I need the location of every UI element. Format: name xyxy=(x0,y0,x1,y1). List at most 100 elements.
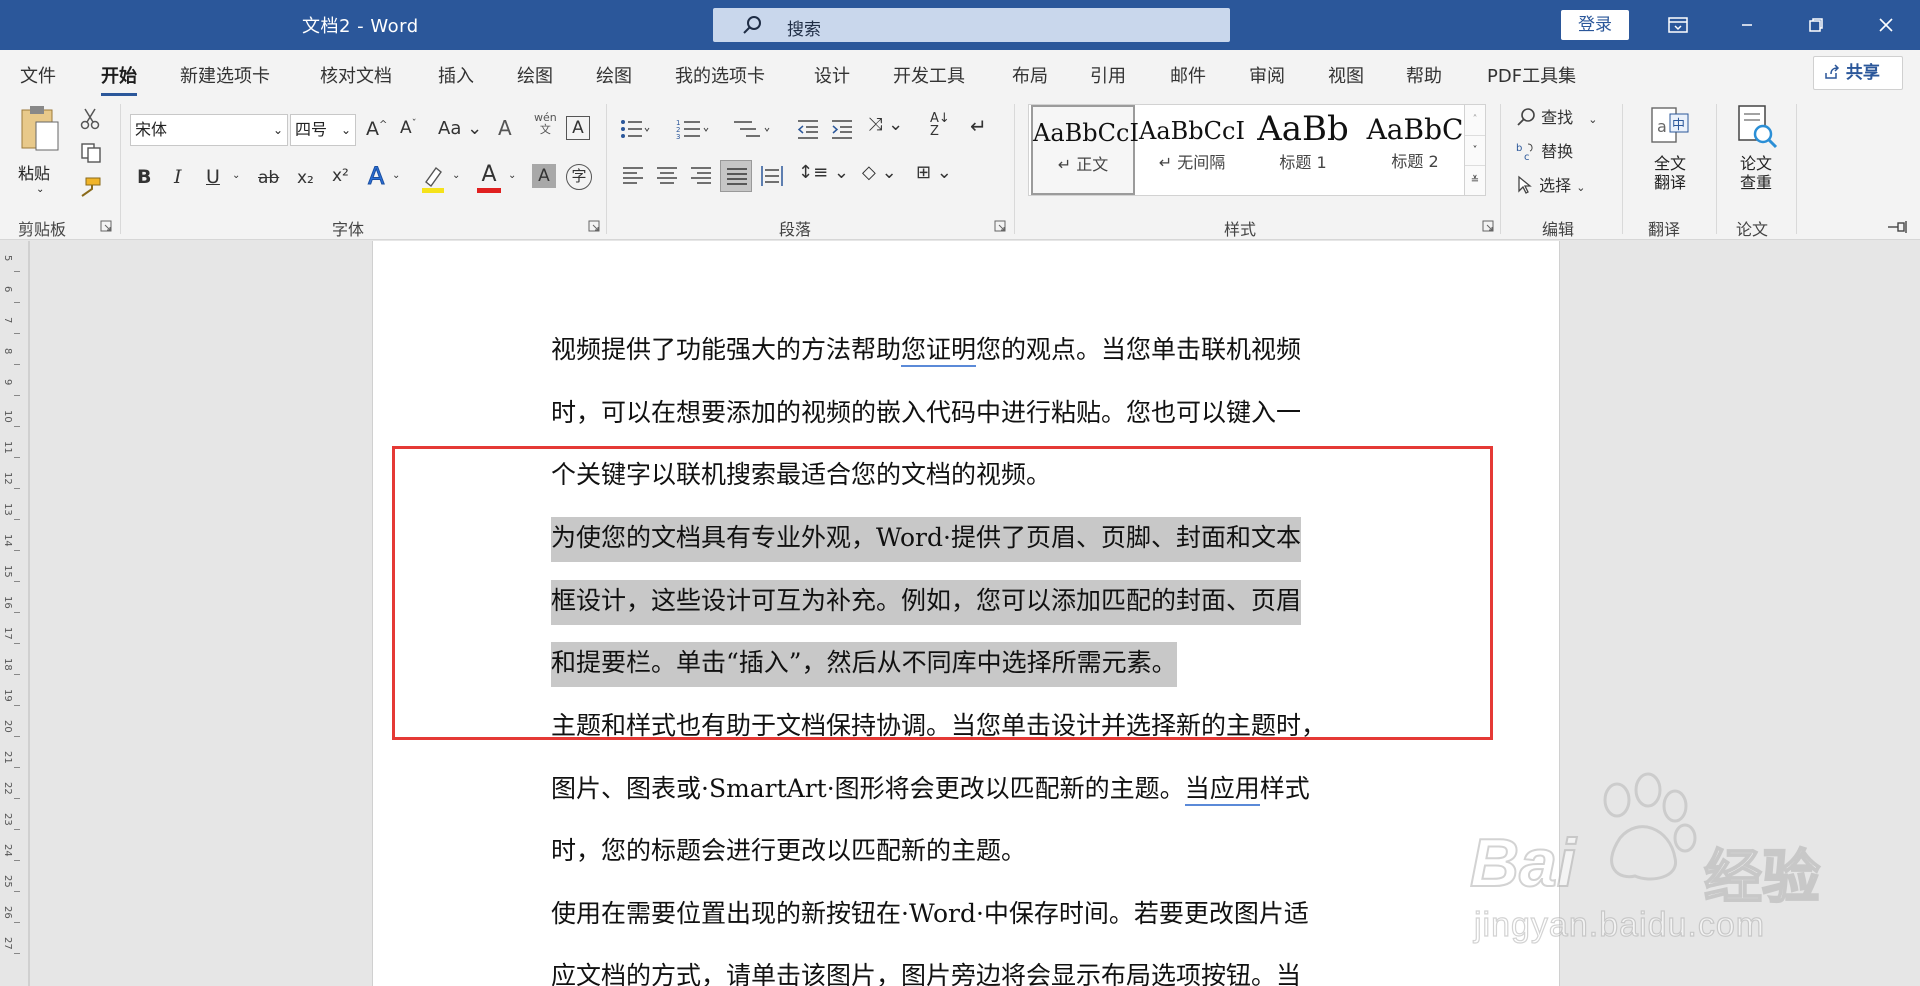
sort-icon[interactable]: A↓ Z xyxy=(930,112,950,138)
replace-button[interactable]: bc 替换 xyxy=(1516,138,1573,163)
tab-my-tab[interactable]: 我的选项卡 xyxy=(675,62,765,88)
restore-button[interactable] xyxy=(1786,0,1846,50)
chinese-layout-icon[interactable]: ⤨ ⌄ xyxy=(868,114,903,135)
highlight-dropdown-icon[interactable]: ⌄ xyxy=(452,170,460,181)
tab-developer[interactable]: 开发工具 xyxy=(893,62,965,88)
shading-icon[interactable]: ◇ ⌄ xyxy=(862,162,897,183)
tab-new[interactable]: 新建选项卡 xyxy=(180,62,270,88)
font-size-select[interactable]: 四号 ⌄ xyxy=(290,114,356,146)
font-size-dropdown-icon: ⌄ xyxy=(340,123,351,137)
multilevel-list-icon[interactable] xyxy=(732,118,772,140)
subscript-button[interactable]: x₂ xyxy=(297,168,314,188)
increase-indent-icon[interactable] xyxy=(830,118,854,140)
find-button[interactable]: 查找 ⌄ xyxy=(1516,104,1597,128)
scroll-down-icon[interactable]: ˅ xyxy=(1465,135,1485,165)
paragraph-dialog-launcher-icon[interactable] xyxy=(994,220,1006,232)
character-border-icon[interactable]: A xyxy=(566,116,590,140)
grow-font-icon[interactable]: A^ xyxy=(366,118,387,140)
justify-button[interactable] xyxy=(720,160,752,192)
align-left-icon[interactable] xyxy=(622,166,644,186)
font-dialog-launcher-icon[interactable] xyxy=(588,220,600,232)
italic-button[interactable]: I xyxy=(174,166,182,188)
tab-draw-1[interactable]: 绘图 xyxy=(517,62,553,88)
styles-dialog-launcher-icon[interactable] xyxy=(1482,220,1494,232)
document-line[interactable]: 时，您的标题会进行更改以匹配新的主题。 xyxy=(551,831,1026,867)
style-heading-1[interactable]: AaBb 标题 1 xyxy=(1251,105,1355,195)
show-paragraph-marks-icon[interactable]: ↵ xyxy=(970,114,987,138)
borders-icon[interactable]: ⊞ ⌄ xyxy=(916,162,952,183)
numbering-icon[interactable]: 123 xyxy=(676,118,710,140)
ruler-label: 10 xyxy=(2,410,13,423)
font-name-select[interactable]: 宋体 ⌄ xyxy=(130,114,288,146)
align-right-icon[interactable] xyxy=(690,166,712,186)
style-normal[interactable]: AaBbCcI ↵ 正文 xyxy=(1031,105,1139,195)
align-center-icon[interactable] xyxy=(656,166,678,186)
tab-references[interactable]: 引用 xyxy=(1090,62,1126,88)
bold-button[interactable]: B xyxy=(137,166,151,188)
clipboard-dialog-launcher-icon[interactable] xyxy=(100,220,112,232)
gallery-more-icon[interactable]: ≚ xyxy=(1465,165,1485,195)
decrease-indent-icon[interactable] xyxy=(796,118,820,140)
document-line[interactable]: 使用在需要位置出现的新按钮在·Word·中保存时间。若要更改图片适 xyxy=(551,894,1309,930)
font-color-dropdown-icon[interactable]: ⌄ xyxy=(508,170,516,181)
style-heading-2-preview: AaBbC xyxy=(1366,113,1464,146)
tab-file[interactable]: 文件 xyxy=(20,62,56,88)
line-spacing-icon[interactable]: ↕≡ ⌄ xyxy=(798,162,849,183)
cut-icon[interactable] xyxy=(80,108,100,130)
document-line[interactable]: 时，可以在想要添加的视频的嵌入代码中进行粘贴。您也可以键入一 xyxy=(551,393,1301,429)
character-shading-icon[interactable]: A xyxy=(532,164,556,188)
paper-check-button[interactable]: 论文 查重 xyxy=(1728,104,1784,204)
paragraph-group-label: 段落 xyxy=(779,220,812,239)
ruler-label: 8 xyxy=(2,348,13,355)
select-button[interactable]: 选择 ⌄ xyxy=(1516,172,1585,196)
pin-ribbon-icon[interactable] xyxy=(1886,220,1910,234)
close-button[interactable] xyxy=(1856,0,1916,50)
copy-icon[interactable] xyxy=(80,142,102,164)
full-text-translate-button[interactable]: a中 全文 翻译 xyxy=(1642,104,1698,204)
clear-formatting-icon[interactable]: A xyxy=(498,116,512,140)
scroll-up-icon[interactable]: ˄ xyxy=(1465,105,1485,135)
tab-layout[interactable]: 布局 xyxy=(1012,62,1048,88)
minimize-button[interactable] xyxy=(1717,0,1777,50)
shrink-font-icon[interactable]: Aˇ xyxy=(400,118,417,138)
tab-draw-2[interactable]: 绘图 xyxy=(596,62,632,88)
enclose-characters-icon[interactable]: 字 xyxy=(566,164,592,190)
search-box[interactable]: 搜索 xyxy=(713,8,1230,42)
font-name-value: 宋体 xyxy=(135,120,168,139)
document-line[interactable]: 视频提供了功能强大的方法帮助您证明您的观点。当您单击联机视频 xyxy=(551,330,1301,367)
format-painter-icon[interactable] xyxy=(78,176,102,198)
ribbon-display-options-button[interactable] xyxy=(1648,0,1708,50)
document-line[interactable]: 应文档的方式，请单击该图片，图片旁边将会显示布局选项按钮。当 xyxy=(551,956,1301,986)
ruler-label: 11 xyxy=(2,441,13,454)
text-effects-dropdown-icon[interactable]: ⌄ xyxy=(392,170,400,181)
tab-help[interactable]: 帮助 xyxy=(1406,62,1442,88)
bullets-icon[interactable] xyxy=(620,118,650,140)
paste-button[interactable]: 粘贴 ⌄ xyxy=(18,104,70,204)
minimize-icon xyxy=(1742,24,1752,26)
underline-button[interactable]: U xyxy=(206,166,220,188)
superscript-button[interactable]: x² xyxy=(332,166,349,186)
underline-dropdown-icon[interactable]: ⌄ xyxy=(232,170,240,181)
tab-insert[interactable]: 插入 xyxy=(438,62,474,88)
font-color-icon[interactable]: A xyxy=(476,162,502,194)
ruler-tick xyxy=(14,612,20,613)
highlight-color-icon[interactable] xyxy=(420,164,446,194)
tab-pdf-tools[interactable]: PDF工具集 xyxy=(1487,62,1576,88)
document-line[interactable]: 图片、图表或·SmartArt·图形将会更改以匹配新的主题。当应用样式 xyxy=(551,769,1310,806)
share-button[interactable]: 共享 xyxy=(1813,56,1903,90)
styles-gallery-scroll[interactable]: ˄ ˅ ≚ xyxy=(1464,104,1486,196)
tab-review[interactable]: 审阅 xyxy=(1249,62,1285,88)
login-button[interactable]: 登录 xyxy=(1561,10,1629,40)
tab-review-doc[interactable]: 核对文档 xyxy=(320,62,392,88)
change-case-icon[interactable]: Aa ⌄ xyxy=(438,118,482,139)
phonetic-guide-icon[interactable]: wén 文 xyxy=(534,112,557,136)
tab-home[interactable]: 开始 xyxy=(101,62,137,96)
strikethrough-button[interactable]: ab xyxy=(258,168,279,188)
style-heading-2[interactable]: AaBbC 标题 2 xyxy=(1363,105,1467,195)
style-no-spacing[interactable]: AaBbCcI ↵ 无间隔 xyxy=(1139,105,1245,195)
tab-mailings[interactable]: 邮件 xyxy=(1170,62,1206,88)
tab-view[interactable]: 视图 xyxy=(1328,62,1364,88)
text-effects-icon[interactable]: A xyxy=(367,162,384,191)
distributed-icon[interactable] xyxy=(760,164,784,188)
tab-design[interactable]: 设计 xyxy=(814,62,850,88)
